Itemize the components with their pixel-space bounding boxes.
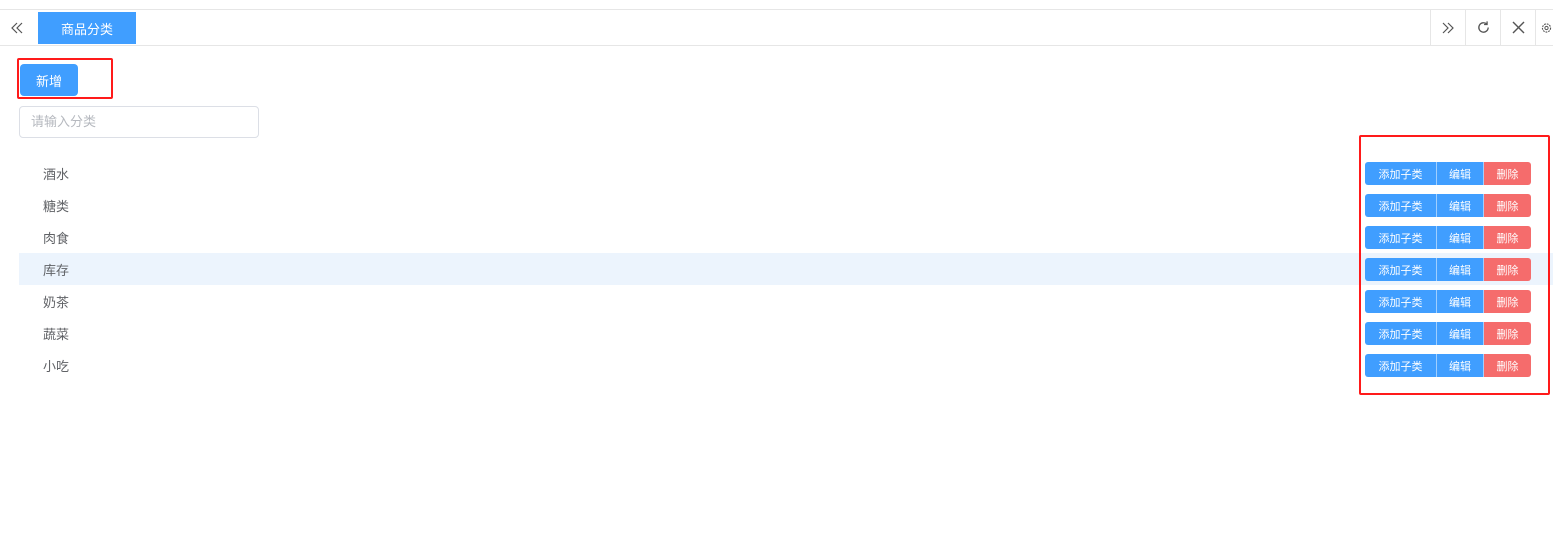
- tree-row[interactable]: 奶茶 添加子类 编辑 删除: [19, 285, 1553, 317]
- tree-row-label: 小吃: [43, 359, 70, 375]
- double-chevron-right-svg: [1442, 22, 1454, 33]
- refresh-svg: [1477, 21, 1489, 33]
- tree-row-label: 肉食: [43, 231, 70, 247]
- double-chevron-left-icon[interactable]: [0, 10, 34, 45]
- category-tree: 酒水 添加子类 编辑 删除 糖类 添加子类 编辑 删除 肉食 添加子类 编辑 删…: [19, 157, 1553, 381]
- close-icon[interactable]: [1500, 10, 1535, 45]
- tree-row[interactable]: 酒水 添加子类 编辑 删除: [19, 157, 1553, 189]
- add-button[interactable]: 新增: [20, 64, 78, 96]
- settings-icon[interactable]: [1535, 10, 1553, 45]
- tab-product-category[interactable]: 商品分类: [38, 12, 136, 44]
- tree-row-label: 奶茶: [43, 295, 70, 311]
- close-svg: [1512, 21, 1524, 34]
- tree-row-label: 糖类: [43, 199, 70, 215]
- tree-row-label: 蔬菜: [43, 327, 70, 343]
- category-search-input[interactable]: [19, 106, 259, 138]
- tab-bar: 商品分类: [0, 9, 1553, 46]
- tree-row[interactable]: 库存 添加子类 编辑 删除: [19, 253, 1553, 285]
- double-chevron-left-svg: [11, 22, 23, 33]
- tree-row[interactable]: 肉食 添加子类 编辑 删除: [19, 221, 1553, 253]
- double-chevron-right-icon[interactable]: [1430, 10, 1465, 45]
- tab-tools: [1430, 10, 1553, 45]
- tree-row[interactable]: 小吃 添加子类 编辑 删除: [19, 349, 1553, 381]
- tree-row[interactable]: 蔬菜 添加子类 编辑 删除: [19, 317, 1553, 349]
- tree-row-label: 酒水: [43, 167, 70, 183]
- settings-svg: [1541, 22, 1552, 33]
- tree-row-label: 库存: [43, 263, 70, 279]
- tree-row[interactable]: 糖类 添加子类 编辑 删除: [19, 189, 1553, 221]
- refresh-icon[interactable]: [1465, 10, 1500, 45]
- row-actions-highlight: [1359, 135, 1550, 395]
